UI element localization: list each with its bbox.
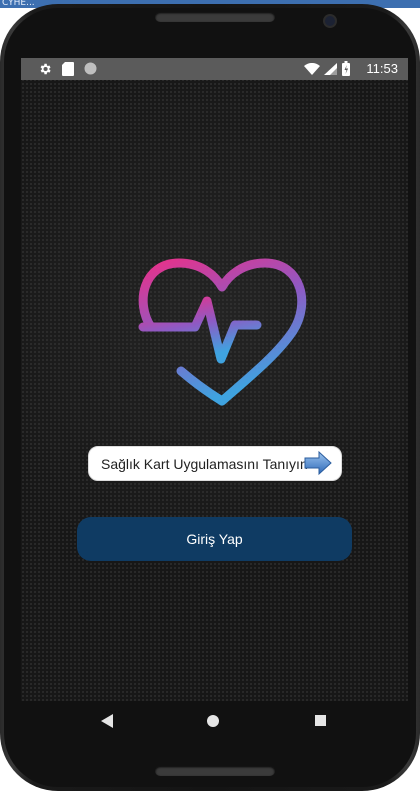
sd-card-icon — [62, 62, 74, 76]
front-camera — [325, 16, 335, 26]
heart-pulse-icon — [138, 258, 307, 406]
status-bar: 11:53 — [21, 58, 408, 80]
taskbar-text: CYHE... — [2, 0, 35, 8]
bottom-speaker — [155, 766, 275, 776]
info-button[interactable]: Sağlık Kart Uygulamasını Tanıyın — [88, 446, 342, 481]
recents-icon[interactable] — [315, 715, 326, 726]
signal-icon — [324, 63, 337, 75]
arrow-right-icon — [304, 450, 332, 476]
info-button-label: Sağlık Kart Uygulamasını Tanıyın — [101, 455, 308, 472]
login-button[interactable]: Giriş Yap — [77, 517, 352, 561]
circle-icon — [84, 62, 97, 75]
android-nav-bar — [21, 701, 408, 741]
battery-icon — [342, 61, 350, 76]
wifi-icon — [304, 63, 320, 75]
app-screen: 11:53 Sağlık Kart Uygulamasını Tanıyın G… — [21, 58, 408, 701]
status-time: 11:53 — [366, 61, 398, 76]
gear-icon — [40, 63, 51, 75]
back-icon[interactable] — [101, 714, 113, 728]
top-speaker — [155, 12, 275, 22]
home-icon[interactable] — [207, 715, 219, 727]
